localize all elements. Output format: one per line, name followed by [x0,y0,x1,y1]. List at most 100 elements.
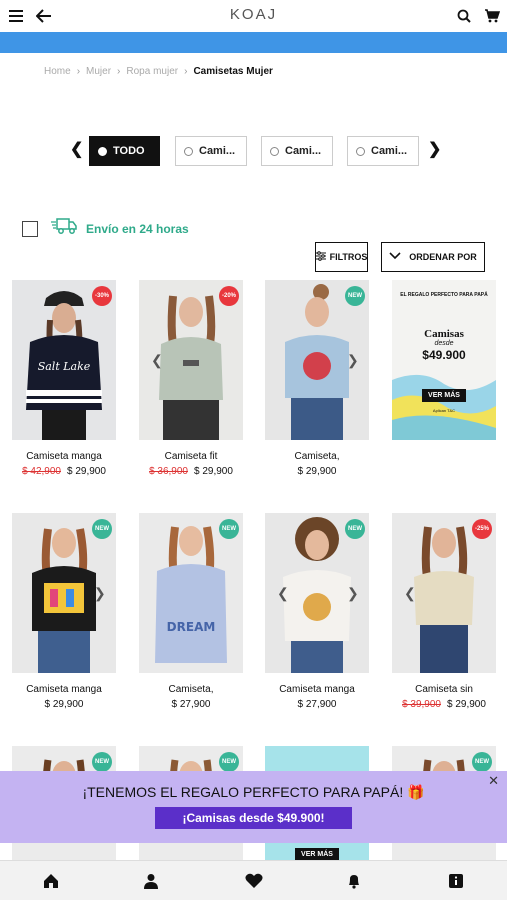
breadcrumb-mujer[interactable]: Mujer [86,66,111,77]
chips-prev-arrow[interactable]: ❮ [70,139,83,159]
discount-badge: -30% [92,286,112,306]
svg-text:DREAM: DREAM [167,620,216,634]
ordenar-button[interactable]: ORDENAR POR [381,242,485,272]
new-badge: NEW [345,519,365,539]
product-image[interactable]: Salt Lake -30% [12,280,116,440]
product-prices: $ 27,900 [129,699,253,710]
product-image[interactable]: DREAM NEW [139,513,243,673]
close-icon[interactable]: ✕ [488,773,499,789]
price: $ 27,900 [297,699,337,710]
brand-logo[interactable]: KOAJ [0,6,507,23]
delivery-truck-icon [50,216,78,241]
new-badge: NEW [472,752,492,772]
product-name[interactable]: Camiseta fit [129,451,253,462]
image-next-icon[interactable]: ❯ [347,585,359,602]
image-next-icon[interactable]: ❯ [347,352,359,369]
product-prices: $ 39,900 $ 29,900 [382,699,506,710]
product-prices: $ 29,900 [2,699,126,710]
product-prices: $ 36,900 $ 29,900 [129,466,253,477]
bottom-nav [0,860,507,900]
product-name[interactable]: Camiseta manga [2,451,126,462]
product-name[interactable]: Camiseta, [129,684,253,695]
chevron-down-icon [389,252,401,262]
promo-ver-mas-button[interactable]: VER MÁS [422,389,466,402]
svg-text:Salt Lake: Salt Lake [38,360,91,373]
new-badge: NEW [219,752,239,772]
new-badge: NEW [219,519,239,539]
chip-category[interactable]: Cami... [175,136,247,166]
promo-footnote: Aplican T&C [432,408,456,413]
chip-category[interactable]: Cami... [261,136,333,166]
old-price: $ 39,900 [402,699,441,710]
image-prev-icon[interactable]: ❮ [151,352,163,369]
chips-next-arrow[interactable]: ❯ [428,139,441,159]
breadcrumb-ropa-mujer[interactable]: Ropa mujer [126,66,178,77]
chip-label: Cami... [199,145,236,157]
price: $ 29,900 [44,699,84,710]
product-prices: $ 29,900 [255,466,379,477]
breadcrumb-home[interactable]: Home [44,66,71,77]
new-badge: NEW [345,286,365,306]
chip-label: Cami... [371,145,408,157]
breadcrumb-separator: › [117,66,121,77]
announcement-bar [0,32,507,53]
bell-icon[interactable] [344,871,364,891]
search-icon[interactable] [454,6,474,26]
product-name[interactable]: Camiseta manga [2,684,126,695]
price: $ 27,900 [171,699,211,710]
product-name[interactable]: Camiseta, [255,451,379,462]
promo-price: $49.900 [422,348,466,362]
product-image[interactable]: ❮ -20% [139,280,243,440]
product-prices: $ 27,900 [255,699,379,710]
product-image[interactable]: ❮ ❯ NEW [265,513,369,673]
product-image[interactable]: ❮ -25% [392,513,496,673]
breadcrumb-current: Camisetas Mujer [193,66,273,77]
product-prices: $ 42,900 $ 29,900 [2,466,126,477]
old-price: $ 36,900 [149,466,188,477]
category-chips: ❮ TODO Cami... Cami... Cami... ❯ [0,136,507,166]
banner-title: ¡TENEMOS EL REGALO PERFECTO PARA PAPÁ! 🎁 [82,784,425,800]
shipping-checkbox[interactable] [22,220,38,237]
radio-icon [98,146,107,156]
radio-icon [356,146,365,156]
shipping-label: Envío en 24 horas [86,221,189,236]
promo-subtitle: desde [434,340,454,347]
user-icon[interactable] [141,871,161,891]
promo-heading: EL REGALO PERFECTO PARA PAPÁ [400,292,488,298]
radio-icon [184,146,193,156]
image-prev-icon[interactable]: ❮ [277,585,289,602]
breadcrumb-separator: › [76,66,81,77]
chip-label: Cami... [285,145,322,157]
chip-label: TODO [113,145,145,157]
top-app-bar: KOAJ [0,0,507,32]
home-icon[interactable] [41,871,61,891]
shipping-filter: Envío en 24 horas [22,216,189,241]
product-image[interactable]: ❯ NEW [12,513,116,673]
cart-icon[interactable] [482,6,502,26]
price: $ 29,900 [194,466,233,477]
image-prev-icon[interactable]: ❮ [404,585,416,602]
price: $ 29,900 [447,699,486,710]
promo-ver-mas-button[interactable]: VER MÁS [295,848,339,860]
promo-image[interactable]: EL REGALO PERFECTO PARA PAPÁ Camisas des… [392,280,496,440]
product-name[interactable]: Camiseta manga [255,684,379,695]
chip-todo[interactable]: TODO [89,136,160,166]
new-badge: NEW [92,519,112,539]
old-price: $ 42,900 [22,466,61,477]
banner-cta-button[interactable]: ¡Camisas desde $49.900! [155,807,352,829]
discount-badge: -25% [472,519,492,539]
product-image[interactable]: ❯ NEW [265,280,369,440]
chip-category[interactable]: Cami... [347,136,419,166]
discount-badge: -20% [219,286,239,306]
breadcrumb: Home › Mujer › Ropa mujer › Camisetas Mu… [44,66,273,77]
image-next-icon[interactable]: ❯ [94,585,106,602]
heart-icon[interactable] [244,871,264,891]
info-icon[interactable] [446,871,466,891]
new-badge: NEW [92,752,112,772]
filtros-label: FILTROS [329,252,368,262]
price: $ 29,900 [67,466,106,477]
product-name[interactable]: Camiseta sin [382,684,506,695]
ordenar-label: ORDENAR POR [409,252,477,262]
filtros-button[interactable]: FILTROS [315,242,368,272]
breadcrumb-separator: › [184,66,188,77]
